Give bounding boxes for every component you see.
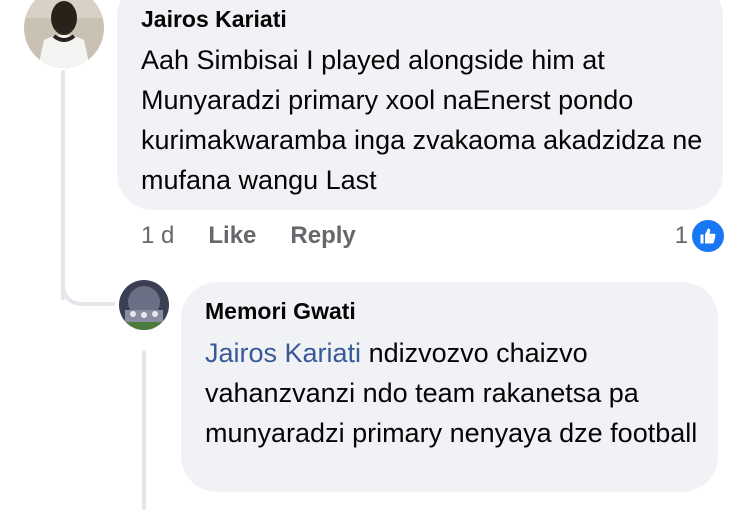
commenter-avatar[interactable]	[24, 0, 104, 68]
comment-author[interactable]: Jairos Kariati	[141, 6, 287, 33]
reply-author[interactable]: Memori Gwati	[205, 298, 356, 325]
reply-button[interactable]: Reply	[290, 222, 355, 250]
thread-connector	[61, 262, 115, 306]
reaction-count: 1	[674, 222, 688, 249]
reply-thread-line	[142, 350, 146, 510]
comment-text: Aah Simbisai I played alongside him at M…	[141, 45, 703, 195]
like-button[interactable]: Like	[208, 222, 256, 250]
comment-actions: 1 d Like Reply	[141, 220, 390, 252]
reaction-summary[interactable]: 1	[675, 218, 726, 254]
mention-link[interactable]: Jairos Kariati	[205, 338, 361, 368]
replier-avatar[interactable]	[119, 280, 169, 330]
comment-timestamp[interactable]: 1 d	[141, 222, 174, 250]
reply-text: Jairos Kariati ndizvozvo chaizvo vahanzv…	[205, 333, 710, 453]
thumbs-up-icon	[690, 218, 726, 254]
